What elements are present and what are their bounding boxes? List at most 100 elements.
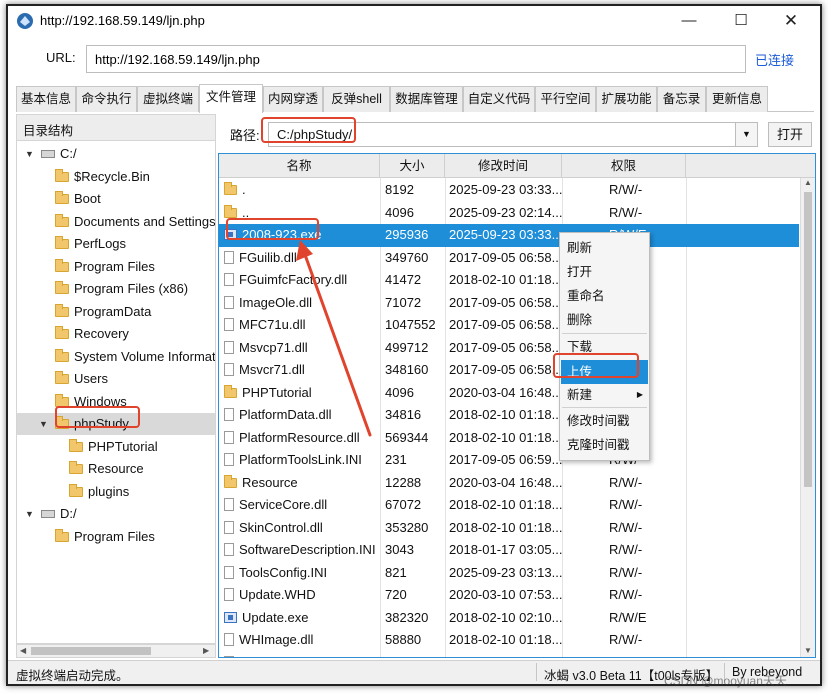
cell-name: libeay32.dll [224,652,380,657]
tab-intranet-tunnel[interactable]: 内网穿透 [263,86,323,112]
tab-database[interactable]: 数据库管理 [390,86,463,112]
table-row[interactable]: FGuimfcFactory.dll 41472 2018-02-10 01:18.… [219,269,799,292]
tree-node-d-program-files[interactable]: Program Files [55,526,155,548]
tree-node-recycle-bin[interactable]: $Recycle.Bin [55,166,150,188]
table-row[interactable]: Resource 12288 2020-03-04 16:48... R/W/- [219,472,799,495]
table-row[interactable]: PlatformResource.dll 569344 2018-02-10 01:… [219,427,799,450]
table-row[interactable]: ToolsConfig.INI 821 2025-09-23 03:13... R/W… [219,562,799,585]
tree-node-recovery[interactable]: Recovery [55,323,129,345]
file-name: PHPTutorial [242,384,312,400]
file-name: Msvcr71.dll [239,362,305,377]
table-row[interactable]: SkinControl.dll 353280 2018-02-10 01:18...… [219,517,799,540]
cell-perm: R/W/E [609,609,647,625]
tree-header: 目录结构 [17,115,215,141]
table-row[interactable]: ImageOle.dll710722017-09-05 06:58...R/W/… [219,292,799,315]
cell-size: 295936 [385,227,429,242]
tab-bar: 基本信息 命令执行 虚拟终端 文件管理 内网穿透 反弹shell 数据库管理 自… [16,84,814,113]
table-row[interactable]: Update.WHD 720 2020-03-10 07:53... R/W/- [219,584,799,607]
table-row[interactable]: . 8192 2025-09-23 03:33... R/W/- [219,179,799,202]
tree-node-plugins[interactable]: plugins [69,481,129,503]
scroll-right-icon[interactable]: ▶ [203,646,209,655]
tab-reverse-shell[interactable]: 反弹shell [323,86,390,112]
tree-node-c-drive[interactable]: ▼ C:/ [25,143,77,165]
menu-separator [562,333,647,334]
tab-extensions[interactable]: 扩展功能 [596,86,657,112]
table-row[interactable]: Msvcr71.dll3481602017-09-05 06:58...R/W/… [219,359,799,382]
scroll-up-icon[interactable]: ▲ [804,178,812,187]
table-row[interactable]: PlatformData.dll 34816 2018-02-10 01:18...… [219,404,799,427]
column-header-size[interactable]: 大小 [380,154,445,178]
tree-node-perflogs[interactable]: PerfLogs [55,233,126,255]
folder-icon [55,281,69,294]
chevron-down-icon[interactable]: ▼ [735,123,757,146]
table-row[interactable]: libeay32.dll 237160 2017-11-08 05:50... R/W… [219,652,799,657]
table-row[interactable]: Update.exe 382320 2018-02-10 02:10... R/W/E [219,607,799,630]
table-row[interactable]: WHImage.dll 58880 2018-02-10 01:18... R/W/- [219,629,799,652]
table-row[interactable]: SoftwareDescription.INI 3043 2018-01-17 03… [219,539,799,562]
cell-mtime: 2018-01-17 03:05... [449,542,563,557]
drive-icon [41,150,55,158]
tab-custom-code[interactable]: 自定义代码 [463,86,535,112]
table-row[interactable]: FGuilib.dll3497602017-09-05 06:58...R/W/… [219,247,799,270]
menu-item-new[interactable]: 新建 ▶ [561,383,648,407]
cell-perm: R/W/- [609,204,643,220]
column-header-perm[interactable]: 权限 [562,154,686,178]
tree-node-users[interactable]: Users [55,368,108,390]
table-row[interactable]: ServiceCore.dll 67072 2018-02-10 01:18... R… [219,494,799,517]
table-vertical-scrollbar[interactable]: ▲ ▼ [800,178,815,657]
tree-node-program-files[interactable]: Program Files [55,256,155,278]
menu-item-open[interactable]: 打开 [561,260,648,284]
close-button[interactable]: ✕ [768,6,814,36]
file-icon [224,340,234,354]
table-row[interactable]: Msvcp71.dll4997122017-09-05 06:58...R/W/… [219,337,799,360]
tree-node-label: Program Files (x86) [74,281,189,296]
column-header-name[interactable]: 名称 [219,154,380,178]
tree-node-phptutorial[interactable]: PHPTutorial [69,436,158,458]
menu-item-label: 新建 [567,388,593,402]
tab-memo[interactable]: 备忘录 [657,86,706,112]
expand-arrow-icon[interactable]: ▼ [25,503,34,525]
tree-node-d-drive[interactable]: ▼ D:/ [25,503,77,525]
folder-icon [69,461,83,474]
tree-node-label: Users [74,371,108,386]
table-row[interactable]: PHPTutorial40962020-03-04 16:48...R/W/- [219,382,799,405]
scroll-thumb[interactable] [31,647,151,655]
menu-item-refresh[interactable]: 刷新 [561,236,648,260]
maximize-button[interactable]: ☐ [718,6,764,36]
cell-perm: R/W/- [609,587,643,602]
table-row[interactable]: MFC71u.dll10475522017-09-05 06:58...R/W/… [219,314,799,337]
directory-tree: 目录结构 ▼ C:/ $Recycle.Bin Boot Documents a… [16,114,216,644]
column-header-mtime[interactable]: 修改时间 [445,154,562,178]
tree-node-boot[interactable]: Boot [55,188,101,210]
open-button[interactable]: 打开 [768,122,812,147]
table-row[interactable]: PlatformToolsLink.INI 231 2017-09-05 06:59… [219,449,799,472]
tree-node-program-files-x86[interactable]: Program Files (x86) [55,278,188,300]
expand-arrow-icon[interactable]: ▼ [39,413,48,435]
tab-command-exec[interactable]: 命令执行 [76,86,137,112]
menu-item-modify-timestamp[interactable]: 修改时间戳 [561,409,648,433]
tab-basic-info[interactable]: 基本信息 [16,86,76,112]
submenu-arrow-icon: ▶ [636,390,643,399]
menu-item-rename[interactable]: 重命名 [561,284,648,308]
tree-node-programdata[interactable]: ProgramData [55,301,151,323]
tree-node-resource[interactable]: Resource [69,458,144,480]
expand-arrow-icon[interactable]: ▼ [25,143,34,165]
tab-file-manager[interactable]: 文件管理 [199,84,263,113]
minimize-button[interactable]: — [666,6,712,36]
url-input[interactable] [86,45,746,73]
scroll-left-icon[interactable]: ◀ [20,646,26,655]
menu-item-clone-timestamp[interactable]: 克隆时间戳 [561,433,648,457]
scroll-thumb[interactable] [804,192,812,487]
tab-parallel-space[interactable]: 平行空间 [535,86,596,112]
tree-node-label: PerfLogs [74,236,127,251]
scroll-down-icon[interactable]: ▼ [804,646,812,655]
tree-node-documents[interactable]: Documents and Settings [55,211,215,233]
tab-update-info[interactable]: 更新信息 [706,86,768,112]
folder-icon [69,439,83,452]
cell-size: 71072 [385,294,422,310]
tree-horizontal-scrollbar[interactable]: ◀ ▶ [16,644,216,658]
tree-node-system-volume[interactable]: System Volume Information [55,346,215,368]
menu-item-delete[interactable]: 删除 [561,308,648,332]
tab-virtual-terminal[interactable]: 虚拟终端 [137,86,199,112]
cell-name: Update.WHD [224,584,380,606]
